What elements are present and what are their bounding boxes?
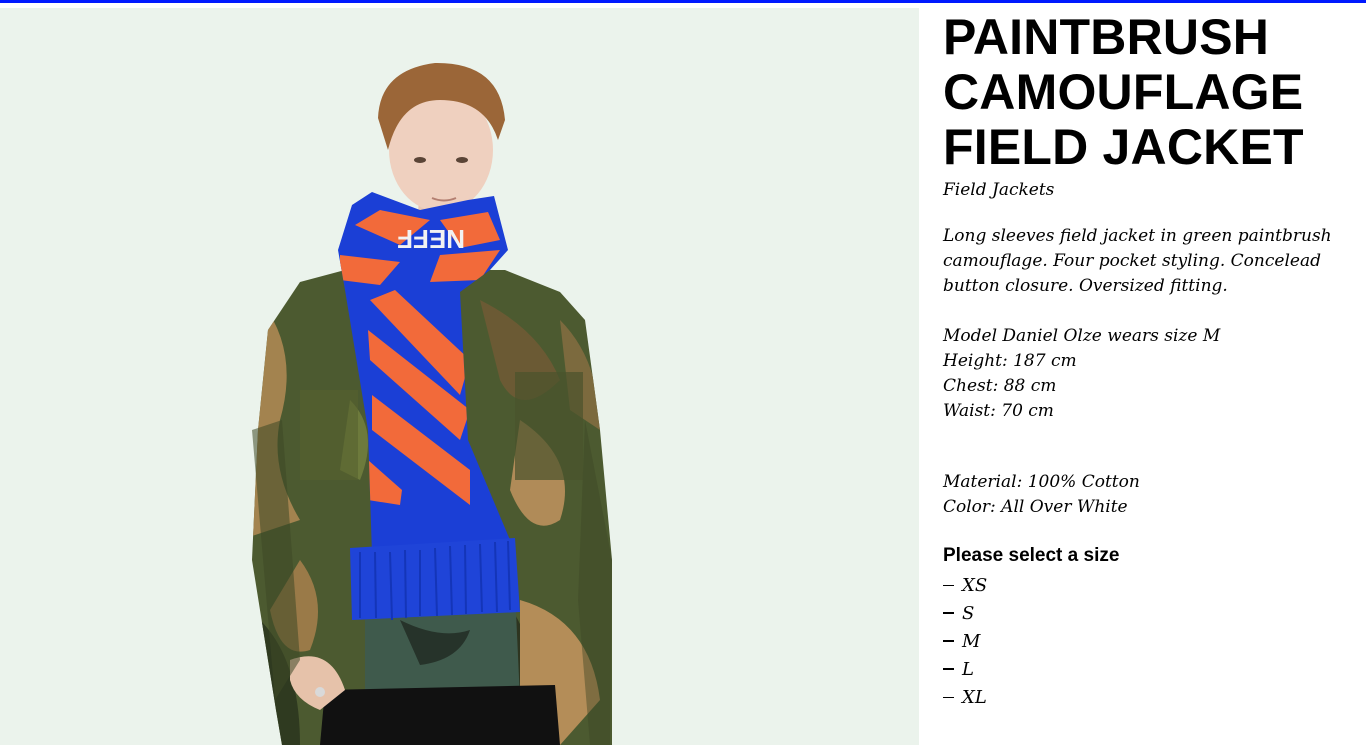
size-option-label: XL [962, 686, 987, 708]
product-description: Long sleeves field jacket in green paint… [943, 226, 1332, 296]
product-title-line: CAMOUFLAGE [943, 64, 1304, 120]
material-line: Material: 100% Cotton [943, 472, 1140, 492]
size-option-label: S [962, 602, 975, 624]
size-option-xl[interactable]: XL [943, 683, 1353, 711]
size-option-s[interactable]: S [943, 599, 1353, 627]
model-info: Model Daniel Olze wears size M Height: 1… [943, 324, 1353, 424]
product-info: PAINTBRUSH CAMOUFLAGE FIELD JACKET Field… [943, 10, 1353, 711]
size-select-heading: Please select a size [943, 545, 1120, 566]
size-option-label: XS [962, 574, 988, 596]
size-option-m[interactable]: M [943, 627, 1353, 655]
dash-icon [943, 612, 954, 614]
product-title-line: PAINTBRUSH [943, 9, 1270, 65]
product-image: NEFF [0, 8, 919, 745]
size-options-list: XS S M L XL [943, 571, 1353, 711]
dash-icon [943, 696, 954, 698]
model-chest-line: Chest: 88 cm [943, 376, 1057, 396]
size-option-label: L [962, 658, 974, 680]
size-option-label: M [962, 630, 981, 652]
size-option-l[interactable]: L [943, 655, 1353, 683]
dash-icon [943, 668, 954, 670]
model-waist-line: Waist: 70 cm [943, 401, 1054, 421]
size-option-xs[interactable]: XS [943, 571, 1353, 599]
svg-text:NEFF: NEFF [397, 224, 465, 254]
dash-icon [943, 584, 954, 586]
product-category: Field Jackets [943, 180, 1055, 200]
product-title-line: FIELD JACKET [943, 119, 1304, 175]
model-size-line: Model Daniel Olze wears size M [943, 326, 1221, 346]
dash-icon [943, 640, 954, 642]
color-line: Color: All Over White [943, 497, 1128, 517]
product-title: PAINTBRUSH CAMOUFLAGE FIELD JACKET [943, 10, 1353, 175]
top-accent-bar [0, 0, 1366, 3]
model-height-line: Height: 187 cm [943, 351, 1077, 371]
material-info: Material: 100% Cotton Color: All Over Wh… [943, 470, 1353, 520]
